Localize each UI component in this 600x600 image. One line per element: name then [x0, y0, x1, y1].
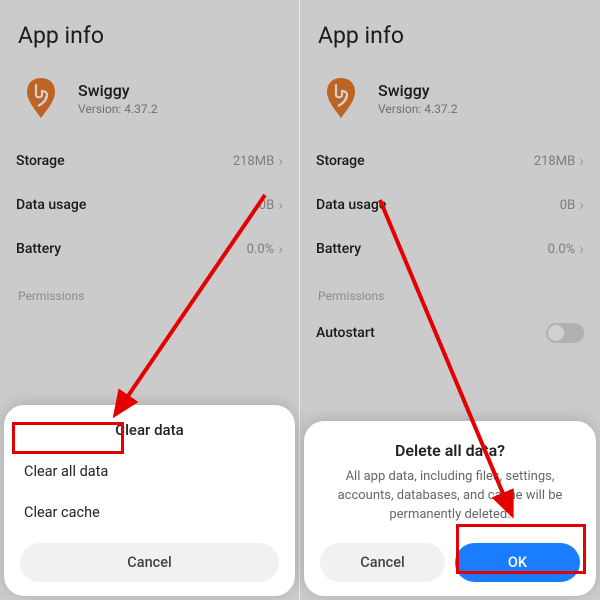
sheet-body: All app data, including files, settings,…: [320, 468, 580, 531]
cancel-button[interactable]: Cancel: [20, 543, 279, 582]
row-storage[interactable]: Storage 218MB ›: [14, 139, 285, 183]
app-header: Swiggy Version: 4.37.2: [14, 69, 285, 139]
battery-label: Battery: [316, 241, 361, 257]
chevron-right-icon: ›: [579, 241, 584, 257]
data-usage-value: 0B: [560, 198, 575, 213]
sheet-title: Clear data: [20, 421, 279, 439]
permissions-section-label: Permissions: [318, 289, 582, 303]
sheet-title: Delete all data?: [320, 441, 580, 460]
battery-value: 0.0%: [247, 242, 275, 257]
option-clear-all-data[interactable]: Clear all data: [20, 451, 279, 492]
confirm-delete-sheet: Delete all data? All app data, including…: [304, 421, 596, 596]
autostart-label: Autostart: [316, 325, 375, 341]
app-version: Version: 4.37.2: [78, 102, 158, 116]
storage-label: Storage: [16, 153, 65, 169]
data-usage-label: Data usage: [316, 197, 386, 213]
row-battery[interactable]: Battery 0.0%›: [314, 227, 586, 271]
row-data-usage[interactable]: Data usage 0B ›: [314, 183, 586, 227]
storage-value: 218MB: [233, 154, 274, 169]
app-header: Swiggy Version: 4.37.2: [314, 69, 586, 139]
screenshot-left: App info Swiggy Version: 4.37.2 Storage …: [0, 0, 300, 600]
row-autostart[interactable]: Autostart: [314, 313, 586, 353]
data-usage-label: Data usage: [16, 197, 86, 213]
row-battery[interactable]: Battery 0.0%›: [14, 227, 285, 271]
battery-label: Battery: [16, 241, 61, 257]
swiggy-icon: [318, 75, 364, 121]
row-data-usage[interactable]: Data usage 0B ›: [14, 183, 285, 227]
row-storage[interactable]: Storage 218MB ›: [314, 139, 586, 183]
chevron-right-icon: ›: [579, 197, 584, 213]
permissions-section-label: Permissions: [18, 289, 281, 303]
page-title: App info: [18, 22, 285, 49]
chevron-right-icon: ›: [278, 197, 283, 213]
data-usage-value: 0B: [259, 198, 274, 213]
chevron-right-icon: ›: [278, 241, 283, 257]
clear-data-sheet: Clear data Clear all data Clear cache Ca…: [4, 405, 295, 596]
option-clear-cache[interactable]: Clear cache: [20, 492, 279, 533]
storage-label: Storage: [316, 153, 365, 169]
swiggy-icon: [18, 75, 64, 121]
app-name: Swiggy: [378, 81, 458, 100]
app-name: Swiggy: [78, 81, 158, 100]
battery-value: 0.0%: [548, 242, 576, 257]
page-title: App info: [318, 22, 586, 49]
ok-button[interactable]: OK: [455, 543, 580, 582]
chevron-right-icon: ›: [579, 153, 584, 169]
storage-value: 218MB: [534, 154, 575, 169]
chevron-right-icon: ›: [278, 153, 283, 169]
cancel-button[interactable]: Cancel: [320, 543, 445, 582]
app-version: Version: 4.37.2: [378, 102, 458, 116]
autostart-toggle[interactable]: [546, 323, 584, 343]
screenshot-right: App info Swiggy Version: 4.37.2 Storage …: [300, 0, 600, 600]
